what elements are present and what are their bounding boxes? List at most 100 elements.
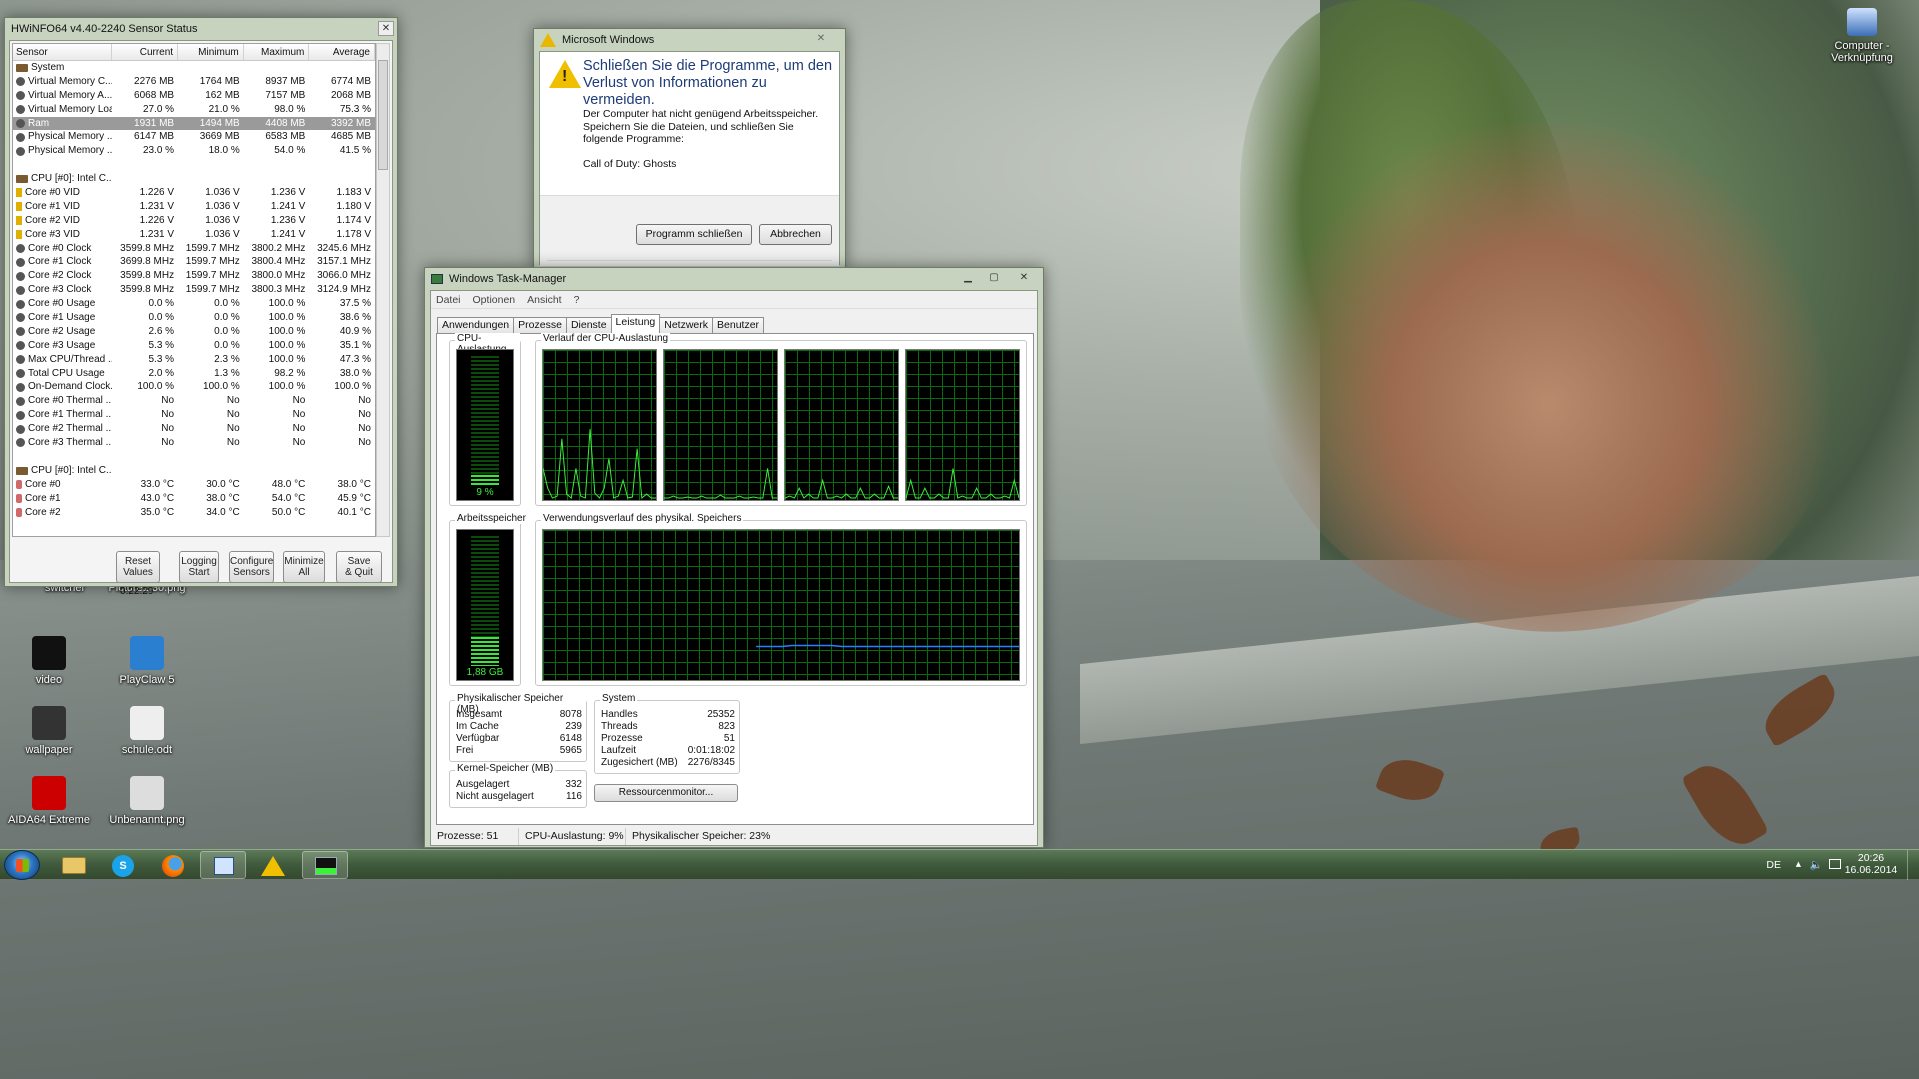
table-row[interactable]: Core #3 Thermal ... No No No No <box>13 436 375 450</box>
logging-start-button[interactable]: Logging Start <box>179 551 219 583</box>
table-row[interactable]: Core #1 Thermal ... No No No No <box>13 408 375 422</box>
sensor-name-text: On-Demand Clock... <box>28 381 113 393</box>
column-header[interactable]: Sensor <box>13 44 113 60</box>
tab-prozesse[interactable]: Prozesse <box>513 317 567 333</box>
tab-netzwerk[interactable]: Netzwerk <box>659 317 714 333</box>
table-row[interactable]: Physical Memory ... 6147 MB 3669 MB 6583 MB… <box>13 130 375 144</box>
cpu-core-graph <box>542 349 657 501</box>
table-row[interactable]: Core #2 VID 1.226 V 1.036 V 1.236 V 1.174 V <box>13 214 375 228</box>
taskbar-explorer[interactable] <box>50 851 96 879</box>
taskbar-task-manager[interactable] <box>302 851 348 879</box>
tab-benutzer[interactable]: Benutzer <box>712 317 765 333</box>
start-button[interactable] <box>4 850 40 880</box>
table-row[interactable]: Core #0 Clock 3599.8 MHz 1599.7 MHz 3800.2 … <box>13 242 375 256</box>
sensor-value: No <box>161 395 175 407</box>
column-header[interactable]: Current <box>112 44 179 60</box>
configure-sensors-button[interactable]: Configure Sensors <box>229 551 274 583</box>
table-row[interactable]: Core #1 VID 1.231 V 1.036 V 1.241 V 1.180 V <box>13 200 375 214</box>
table-row[interactable]: Core #1 43.0 °C 38.0 °C 54.0 °C 45.9 °C <box>13 492 375 506</box>
desktop-icon[interactable]: video <box>4 636 94 686</box>
table-row[interactable]: Core #0 33.0 °C 30.0 °C 48.0 °C 38.0 °C <box>13 478 375 492</box>
resource-monitor-button[interactable]: Ressourcenmonitor... <box>594 784 738 802</box>
table-row[interactable]: Core #2 35.0 °C 34.0 °C 50.0 °C 40.1 °C <box>13 506 375 520</box>
minimize-button[interactable]: ▁ <box>957 271 979 286</box>
sensor-value: 35.0 °C <box>140 506 175 518</box>
table-row[interactable]: On-Demand Clock... 100.0 % 100.0 % 100.0 % 1… <box>13 380 375 394</box>
hwinfo-close-button[interactable]: ✕ <box>378 21 394 36</box>
table-row[interactable]: Core #3 Clock 3599.8 MHz 1599.7 MHz 3800.3 … <box>13 283 375 297</box>
menu-item[interactable]: ? <box>574 291 580 308</box>
desktop-icon[interactable]: PlayClaw 5 <box>102 636 192 686</box>
table-row[interactable]: Virtual Memory A... 6068 MB 162 MB 7157 MB 2… <box>13 89 375 103</box>
dialog-titlebar[interactable]: Microsoft Windows <box>534 29 845 51</box>
table-row[interactable]: Core #0 Usage 0.0 % 0.0 % 100.0 % 37.5 % <box>13 297 375 311</box>
cancel-button[interactable]: Abbrechen <box>759 224 832 245</box>
sensor-group-row[interactable]: CPU [#0]: Intel C... <box>13 172 375 186</box>
taskbar-warning[interactable] <box>250 851 296 879</box>
minimize-all-button[interactable]: Minimize All <box>283 551 325 583</box>
desktop-icon[interactable]: AIDA64 Extreme <box>4 776 94 826</box>
sensor-value: 0.0 % <box>214 339 240 351</box>
hwinfo-titlebar[interactable]: HWiNFO64 v4.40-2240 Sensor Status <box>5 18 397 40</box>
sensor-scrollbar[interactable] <box>376 43 390 537</box>
memory-meter: 1,88 GB <box>456 529 514 681</box>
table-row[interactable]: Core #2 Clock 3599.8 MHz 1599.7 MHz 3800.0 … <box>13 269 375 283</box>
sensor-name: Core #2 VID <box>13 214 112 228</box>
save-quit-button[interactable]: Save & Quit <box>336 551 382 583</box>
sensor-value: No <box>226 409 240 421</box>
column-header[interactable]: Average <box>309 44 375 60</box>
table-row[interactable]: Core #0 VID 1.226 V 1.036 V 1.236 V 1.183 V <box>13 186 375 200</box>
computer-shortcut[interactable]: Computer - Verknüpfung <box>1812 8 1912 64</box>
menu-item[interactable]: Ansicht <box>527 291 561 308</box>
show-hidden-icons-icon[interactable]: ▴ <box>1796 858 1801 870</box>
show-desktop-button[interactable] <box>1907 850 1919 880</box>
sensor-value: 1.236 V <box>270 214 306 226</box>
sensor-value: 100.0 % <box>268 312 306 324</box>
table-row[interactable]: Core #1 Usage 0.0 % 0.0 % 100.0 % 38.6 % <box>13 311 375 325</box>
table-row[interactable]: Virtual Memory C... 2276 MB 1764 MB 8937 MB… <box>13 75 375 89</box>
table-row[interactable]: Ram 1931 MB 1494 MB 4408 MB 3392 MB <box>13 116 375 131</box>
maximize-button[interactable]: ▢ <box>983 271 1005 286</box>
menu-item[interactable]: Datei <box>436 291 461 308</box>
tab-anwendungen[interactable]: Anwendungen <box>437 317 515 333</box>
sensor-group-row[interactable]: System <box>13 61 375 75</box>
table-row[interactable]: Total CPU Usage 2.0 % 1.3 % 98.2 % 38.0 % <box>13 367 375 381</box>
taskmgr-titlebar[interactable]: Windows Task-Manager <box>425 268 1043 290</box>
sensor-group-row[interactable]: CPU [#0]: Intel C... <box>13 464 375 478</box>
sensor-value: 2.6 % <box>148 325 175 337</box>
column-header[interactable]: Maximum <box>244 44 310 60</box>
table-row[interactable]: Virtual Memory Load 27.0 % 21.0 % 98.0 % 75.… <box>13 103 375 117</box>
dialog-close-button[interactable]: ✕ <box>803 32 839 47</box>
hwinfo-client: Sensor Current Minimum Maximum Average S… <box>9 40 393 597</box>
clock[interactable]: 20:26 16.06.2014 <box>1843 852 1899 876</box>
desktop-icon[interactable]: Unbenannt.png <box>102 776 192 826</box>
tab-dienste[interactable]: Dienste <box>565 317 612 333</box>
close-program-button[interactable]: Programm schließen <box>636 224 752 245</box>
sensor-name: Core #3 VID <box>13 228 112 242</box>
temperature-icon <box>16 480 22 490</box>
sensor-icon <box>16 285 25 295</box>
language-indicator[interactable]: DE <box>1766 859 1781 871</box>
tab-leistung[interactable]: Leistung <box>610 314 661 333</box>
table-row[interactable]: Core #2 Usage 2.6 % 0.0 % 100.0 % 40.9 % <box>13 325 375 339</box>
table-row[interactable]: Core #1 Clock 3699.8 MHz 1599.7 MHz 3800.4 … <box>13 255 375 269</box>
network-icon[interactable] <box>1829 859 1841 869</box>
table-row[interactable]: Core #3 VID 1.231 V 1.036 V 1.241 V 1.178 V <box>13 228 375 242</box>
volume-icon[interactable]: 🔈 <box>1810 858 1823 871</box>
taskbar-firefox[interactable] <box>150 851 196 879</box>
table-row[interactable]: Max CPU/Thread ... 5.3 % 2.3 % 100.0 % 47.3 … <box>13 353 375 367</box>
firefox-icon <box>162 855 184 877</box>
close-button[interactable]: ✕ <box>1013 271 1035 286</box>
desktop-icon[interactable]: schule.odt <box>102 706 192 756</box>
table-row[interactable]: Core #0 Thermal ... No No No No <box>13 394 375 408</box>
table-row[interactable]: Core #2 Thermal ... No No No No <box>13 422 375 436</box>
table-row[interactable]: Core #3 Usage 5.3 % 0.0 % 100.0 % 35.1 % <box>13 339 375 353</box>
scrollbar-thumb[interactable] <box>378 60 388 170</box>
column-header[interactable]: Minimum <box>178 44 244 60</box>
menu-item[interactable]: Optionen <box>473 291 516 308</box>
desktop-icon[interactable]: wallpaper <box>4 706 94 756</box>
table-row[interactable]: Physical Memory ... 23.0 % 18.0 % 54.0 % 41.… <box>13 144 375 158</box>
taskbar-hwinfo[interactable] <box>200 851 246 879</box>
reset-values-button[interactable]: Reset Values <box>116 551 160 583</box>
taskbar-skype[interactable]: S <box>100 851 146 879</box>
